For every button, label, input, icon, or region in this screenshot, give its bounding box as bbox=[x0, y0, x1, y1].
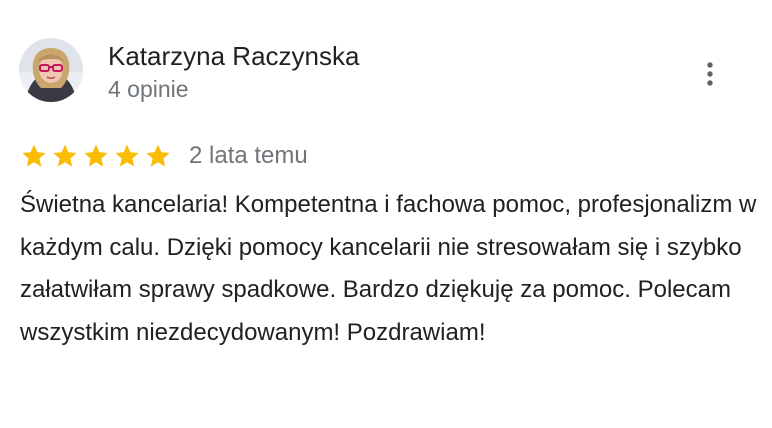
more-options-button[interactable] bbox=[696, 58, 724, 90]
star-rating bbox=[20, 142, 175, 170]
star-icon bbox=[115, 144, 139, 167]
review-text: Świetna kancelaria! Kompetentna i fachow… bbox=[20, 191, 757, 346]
star-icon bbox=[53, 144, 77, 167]
review-date: 2 lata temu bbox=[189, 142, 308, 169]
star-icon bbox=[146, 144, 170, 167]
avatar[interactable] bbox=[19, 38, 83, 102]
review-count[interactable]: 4 opinie bbox=[108, 74, 189, 104]
star-icon bbox=[84, 144, 108, 167]
avatar-image bbox=[19, 38, 83, 102]
review-card: Katarzyna Raczynska 4 opinie 2 lata temu… bbox=[0, 0, 772, 428]
more-vert-icon bbox=[707, 62, 713, 86]
rating-row: 2 lata temu bbox=[20, 140, 308, 172]
author-name[interactable]: Katarzyna Raczynska bbox=[108, 40, 359, 72]
star-icon bbox=[22, 144, 46, 167]
